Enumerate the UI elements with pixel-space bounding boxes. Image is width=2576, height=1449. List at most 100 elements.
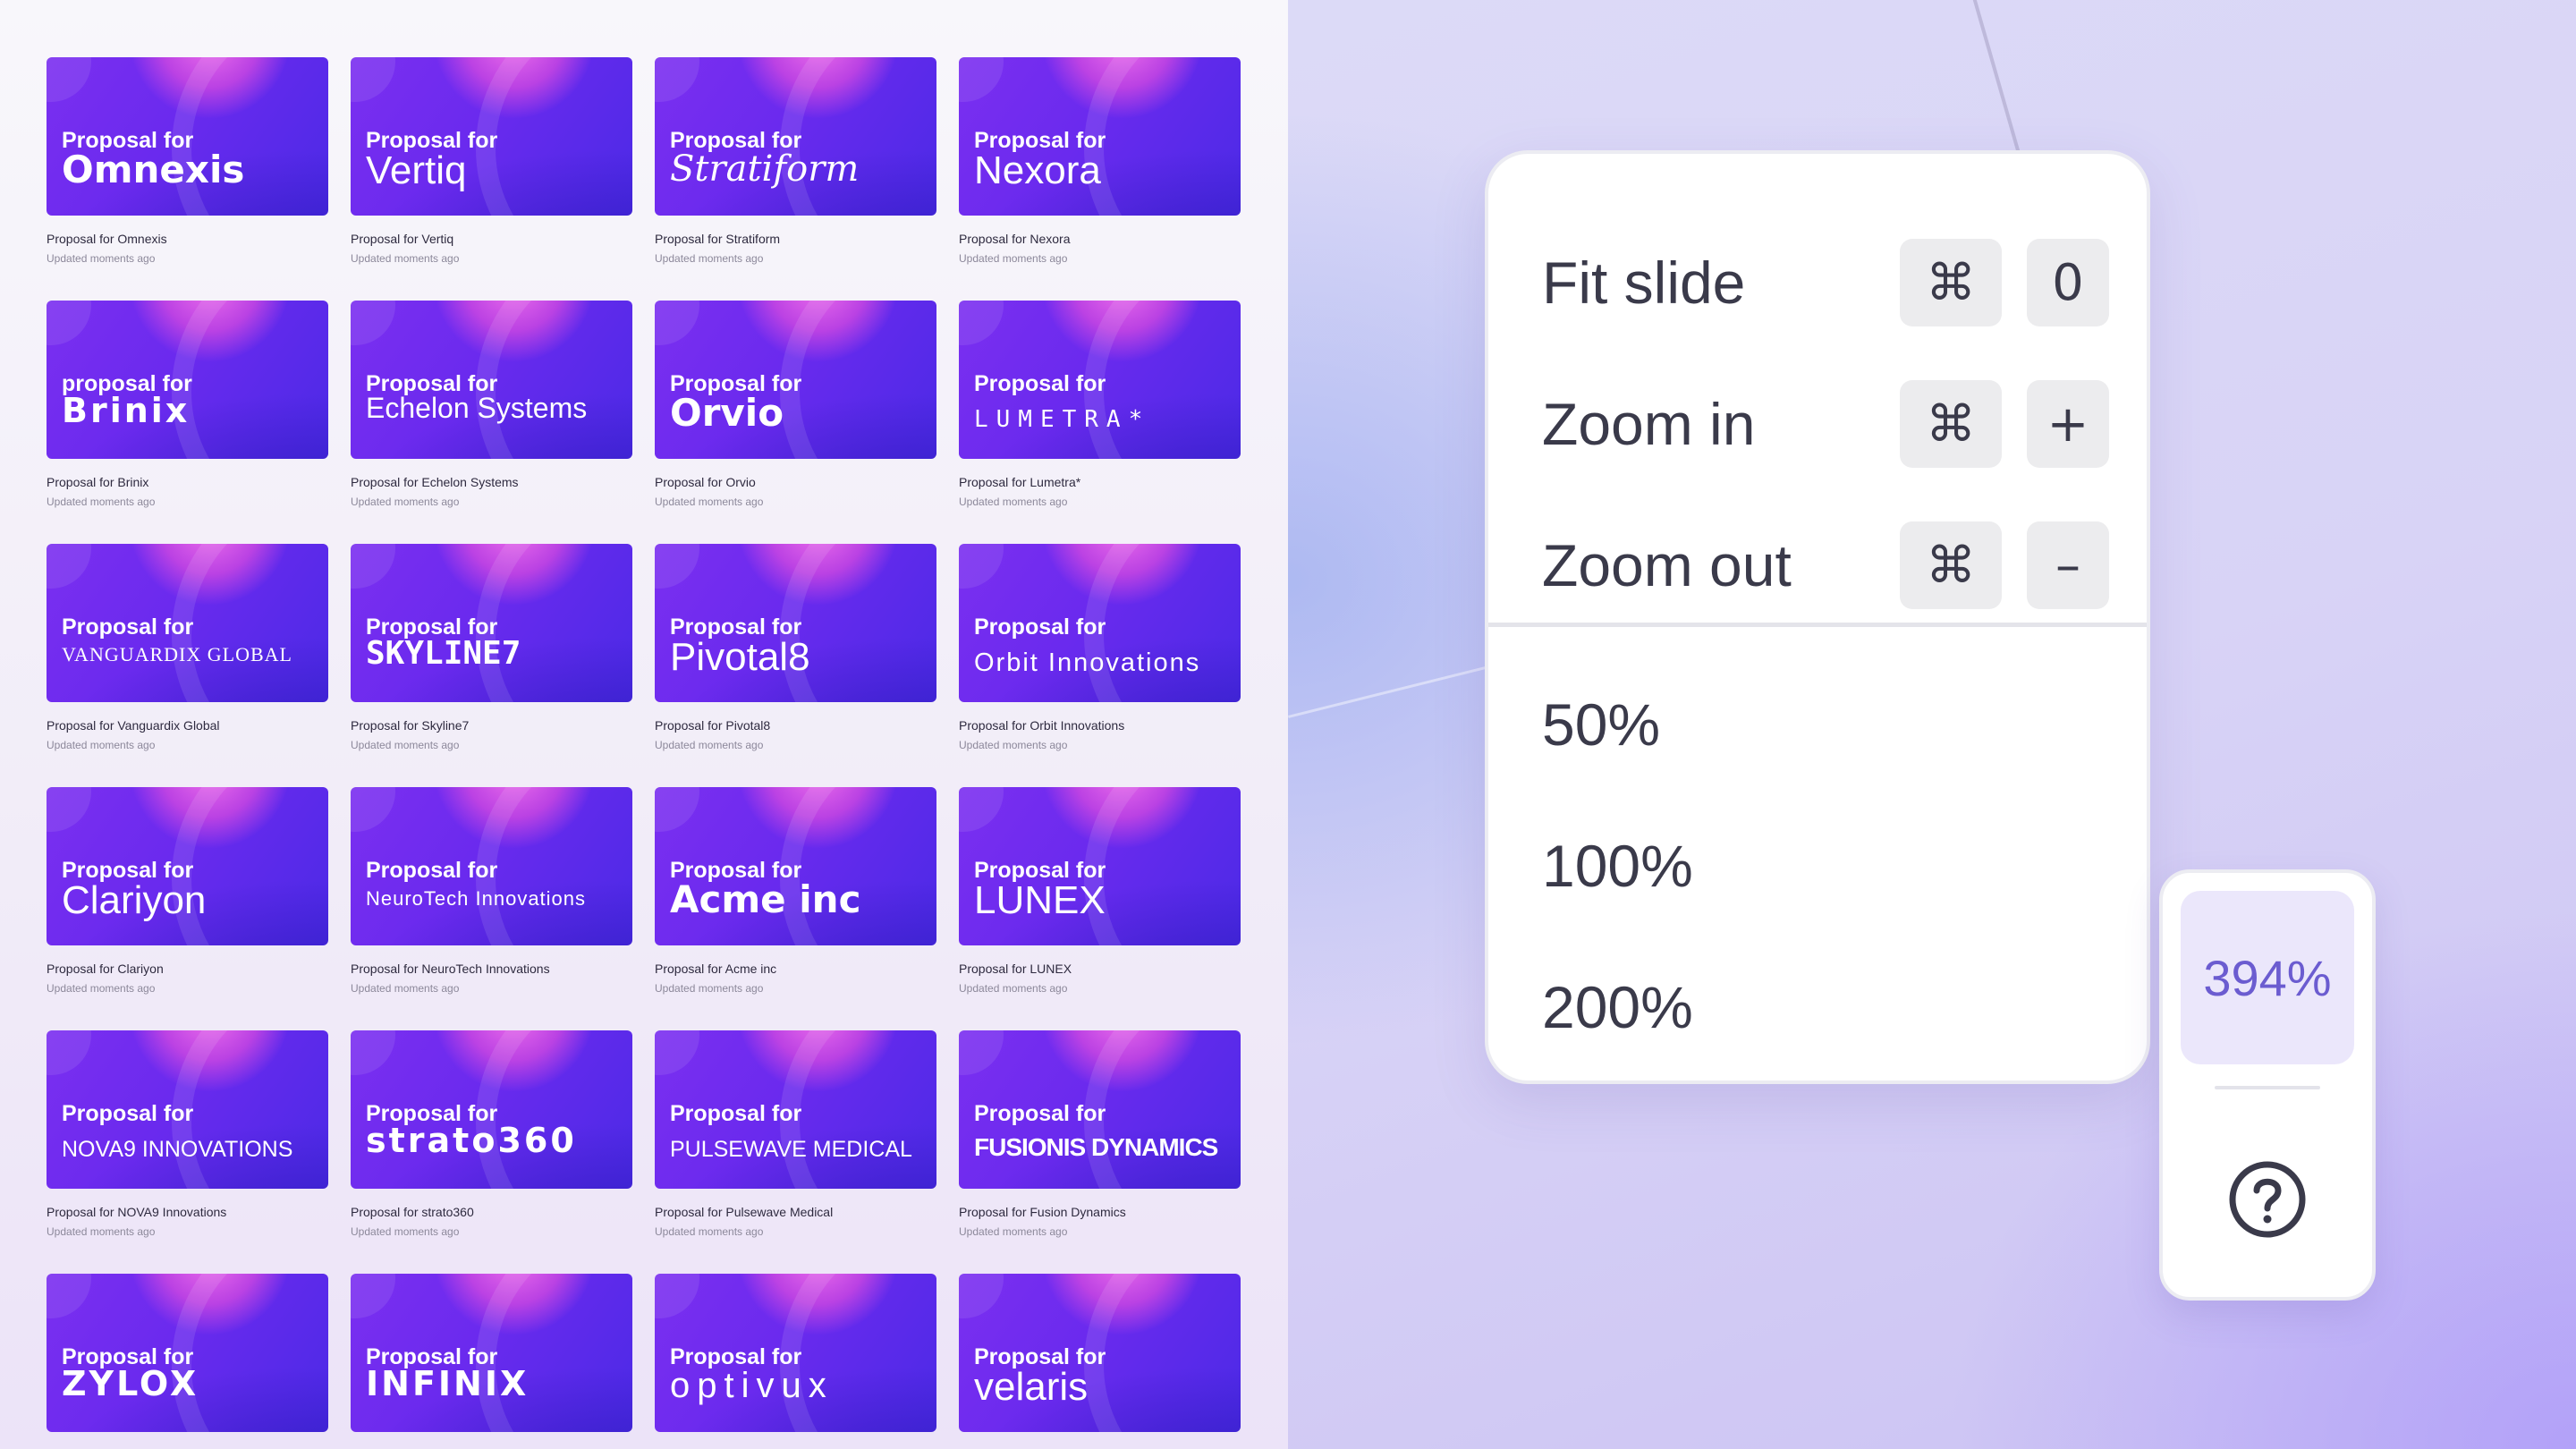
card-title: Proposal for strato360 <box>351 1205 474 1219</box>
proposal-thumbnail[interactable]: Proposal for NOVA9 INNOVATIONS <box>47 1030 328 1189</box>
proposal-thumbnail[interactable]: Proposal for Clariyon <box>47 787 328 945</box>
proposal-card[interactable]: Proposal for strato360 Proposal for strato… <box>351 1030 632 1274</box>
proposal-thumbnail[interactable]: Proposal for Nexora <box>959 57 1241 216</box>
proposal-thumbnail[interactable]: Proposal for ZYLOX <box>47 1274 328 1432</box>
card-updated: Updated moments ago <box>959 496 1068 508</box>
card-title: Proposal for Vanguardix Global <box>47 718 220 733</box>
card-title: Proposal for Skyline7 <box>351 718 470 733</box>
card-title: Proposal for NOVA9 Innovations <box>47 1205 227 1219</box>
proposal-thumbnail[interactable]: Proposal for Vanguardix Global <box>47 544 328 702</box>
card-updated: Updated moments ago <box>351 982 460 995</box>
proposal-thumbnail[interactable]: Proposal for INFINIX <box>351 1274 632 1432</box>
proposal-card[interactable]: Proposal for ZYLOX <box>47 1274 328 1449</box>
thumbnail-brand: ZYLOX <box>62 1364 199 1403</box>
proposal-thumbnail[interactable]: Proposal for Orbit Innovations <box>959 544 1241 702</box>
thumbnail-kicker: Proposal for <box>974 614 1106 640</box>
zoom-panel-area: Fit slide ⌘ 0 Zoom in ⌘ + Zoom out ⌘ – 5… <box>1288 0 2576 1449</box>
menu-item-zoom-out[interactable]: Zoom out ⌘ – <box>1542 521 2109 610</box>
card-updated: Updated moments ago <box>47 496 156 508</box>
card-title: Proposal for Lumetra* <box>959 475 1081 489</box>
command-icon: ⌘ <box>1900 380 2002 468</box>
proposal-thumbnail[interactable]: Proposal for Stratiform <box>655 57 936 216</box>
proposal-card[interactable]: Proposal for NeuroTech Innovations Proposa… <box>351 787 632 1030</box>
proposal-thumbnail[interactable]: Proposal for PULSEWAVE MEDICAL <box>655 1030 936 1189</box>
proposal-card[interactable]: Proposal for Clariyon Proposal for Clariyo… <box>47 787 328 1030</box>
proposal-thumbnail[interactable]: Proposal for Echelon Systems <box>351 301 632 459</box>
proposal-thumbnail[interactable]: Proposal for Orvio <box>655 301 936 459</box>
card-updated: Updated moments ago <box>655 252 764 265</box>
thumbnail-kicker: Proposal for <box>366 858 498 883</box>
zoom-level-button[interactable]: 394% <box>2181 891 2354 1064</box>
proposal-card[interactable]: Proposal for PULSEWAVE MEDICAL Proposal fo… <box>655 1030 936 1274</box>
thumbnail-kicker: Proposal for <box>974 371 1106 396</box>
zoom-preset-200[interactable]: 200% <box>1542 973 1693 1041</box>
thumbnail-brand: Vanguardix Global <box>62 643 292 665</box>
proposal-thumbnail[interactable]: Proposal for LUNEX <box>959 787 1241 945</box>
help-icon[interactable] <box>2227 1159 2308 1240</box>
proposal-thumbnail[interactable]: Proposal for SKYLINE7 <box>351 544 632 702</box>
thumbnail-brand: Vertiq <box>366 148 467 192</box>
proposal-card[interactable]: Proposal for velaris <box>959 1274 1241 1449</box>
card-title: Proposal for Omnexis <box>47 232 167 246</box>
proposal-card[interactable]: Proposal for Echelon Systems Proposal for … <box>351 301 632 544</box>
menu-item-zoom-in[interactable]: Zoom in ⌘ + <box>1542 379 2109 469</box>
proposal-thumbnail[interactable]: Proposal for Vertiq <box>351 57 632 216</box>
thumbnail-brand: Echelon Systems <box>366 392 588 424</box>
proposal-card[interactable]: Proposal for optivux <box>655 1274 936 1449</box>
proposal-grid: Proposal for Omnexis Proposal for Omnexis U… <box>47 57 1241 1449</box>
thumbnail-brand: velaris <box>974 1365 1089 1409</box>
proposal-thumbnail[interactable]: Proposal for velaris <box>959 1274 1241 1432</box>
proposal-card[interactable]: Proposal for NOVA9 INNOVATIONS Proposal fo… <box>47 1030 328 1274</box>
card-updated: Updated moments ago <box>351 252 460 265</box>
card-title: Proposal for Pivotal8 <box>655 718 771 733</box>
proposal-thumbnail[interactable]: Proposal for strato360 <box>351 1030 632 1189</box>
proposal-card[interactable]: Proposal for Omnexis Proposal for Omnexis U… <box>47 57 328 301</box>
card-title: Proposal for Echelon Systems <box>351 475 519 489</box>
thumbnail-brand: INFINIX <box>366 1364 530 1403</box>
card-updated: Updated moments ago <box>655 496 764 508</box>
card-title: Proposal for NeuroTech Innovations <box>351 962 550 976</box>
proposal-card[interactable]: Proposal for SKYLINE7 Proposal for Skyline… <box>351 544 632 787</box>
menu-item-label: Zoom in <box>1542 391 1756 457</box>
proposal-card[interactable]: Proposal for Nexora Proposal for Nexora Upd… <box>959 57 1241 301</box>
thumbnail-brand: NOVA9 INNOVATIONS <box>62 1137 293 1162</box>
menu-item-label: Zoom out <box>1542 532 1792 598</box>
proposal-card[interactable]: Proposal for Vertiq Proposal for Vertiq Upd… <box>351 57 632 301</box>
proposal-card[interactable]: Proposal for Vanguardix Global Proposal fo… <box>47 544 328 787</box>
thumbnail-brand: Orvio <box>670 391 784 435</box>
card-updated: Updated moments ago <box>47 739 156 751</box>
proposal-card[interactable]: Proposal for FUSIONIS DYNAMICS Proposal fo… <box>959 1030 1241 1274</box>
card-updated: Updated moments ago <box>959 739 1068 751</box>
proposal-card[interactable]: Proposal for Orbit Innovations Proposal fo… <box>959 544 1241 787</box>
proposal-card[interactable]: Proposal for LUNEX Proposal for LUNEX Updat… <box>959 787 1241 1030</box>
proposal-thumbnail[interactable]: Proposal for Omnexis <box>47 57 328 216</box>
menu-item-fit-slide[interactable]: Fit slide ⌘ 0 <box>1542 238 2109 327</box>
proposal-thumbnail[interactable]: Proposal for Acme inc <box>655 787 936 945</box>
proposal-card[interactable]: Proposal for INFINIX <box>351 1274 632 1449</box>
proposal-card[interactable]: Proposal for Pivotal8 Proposal for Pivotal… <box>655 544 936 787</box>
proposal-card[interactable]: Proposal for Stratiform Proposal for Strat… <box>655 57 936 301</box>
proposal-card[interactable]: Proposal for LUMETRA* Proposal for Lumetra… <box>959 301 1241 544</box>
card-updated: Updated moments ago <box>47 1225 156 1238</box>
proposal-card[interactable]: Proposal for Orvio Proposal for Orvio Updat… <box>655 301 936 544</box>
card-updated: Updated moments ago <box>959 982 1068 995</box>
zoom-preset-50[interactable]: 50% <box>1542 691 1660 758</box>
proposal-thumbnail[interactable]: Proposal for NeuroTech Innovations <box>351 787 632 945</box>
card-title: Proposal for Nexora <box>959 232 1071 246</box>
proposal-thumbnail[interactable]: proposal for Brinix <box>47 301 328 459</box>
card-updated: Updated moments ago <box>959 252 1068 265</box>
proposal-thumbnail[interactable]: Proposal for optivux <box>655 1274 936 1432</box>
proposal-card[interactable]: Proposal for Acme inc Proposal for Acme in… <box>655 787 936 1030</box>
proposal-card[interactable]: proposal for Brinix Proposal for Brinix Upd… <box>47 301 328 544</box>
proposal-thumbnail[interactable]: Proposal for LUMETRA* <box>959 301 1241 459</box>
command-icon: ⌘ <box>1900 239 2002 326</box>
proposal-thumbnail[interactable]: Proposal for FUSIONIS DYNAMICS <box>959 1030 1241 1189</box>
zoom-preset-100[interactable]: 100% <box>1542 832 1693 900</box>
shortcut-key: 0 <box>2027 239 2109 326</box>
thumbnail-brand: FUSIONIS DYNAMICS <box>974 1133 1218 1161</box>
card-title: Proposal for Acme inc <box>655 962 777 976</box>
proposal-thumbnail[interactable]: Proposal for Pivotal8 <box>655 544 936 702</box>
card-updated: Updated moments ago <box>351 739 460 751</box>
card-updated: Updated moments ago <box>959 1225 1068 1238</box>
zoom-menu: Fit slide ⌘ 0 Zoom in ⌘ + Zoom out ⌘ – 5… <box>1485 150 2150 1084</box>
